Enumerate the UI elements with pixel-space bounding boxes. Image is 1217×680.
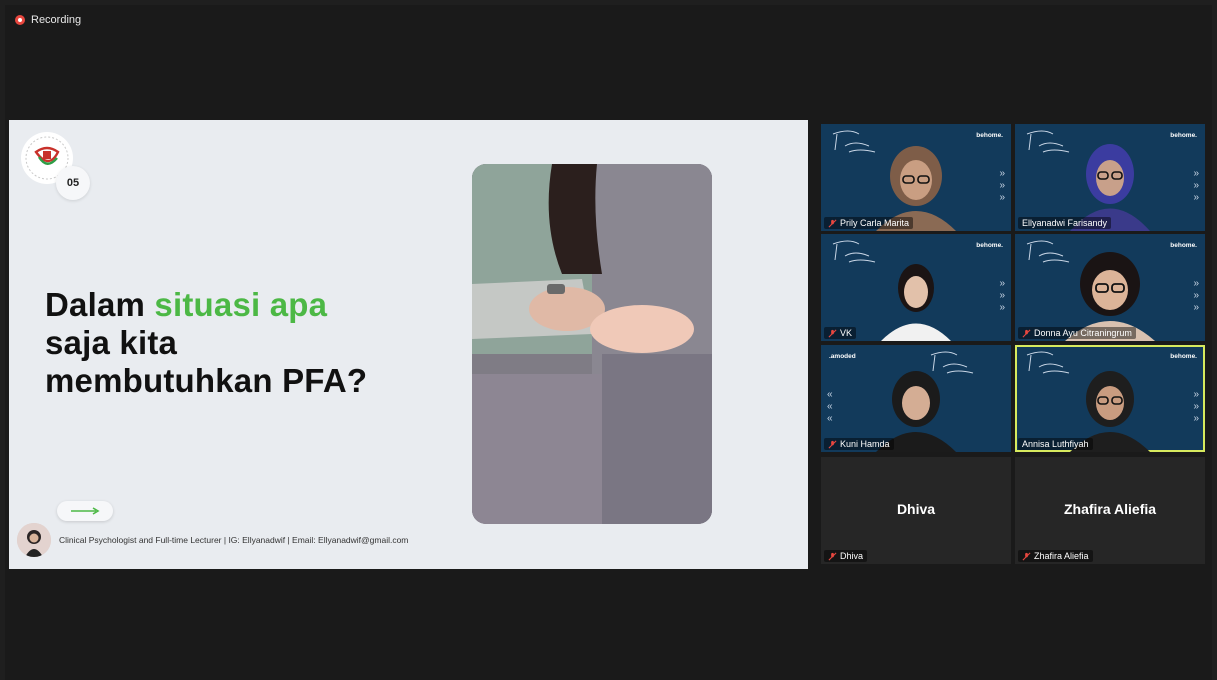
presenter-avatar bbox=[17, 523, 51, 557]
recording-label: Recording bbox=[31, 14, 82, 26]
participant-tile[interactable]: behome. »»» VK bbox=[821, 234, 1011, 341]
participant-tile[interactable]: Dhiva Dhiva bbox=[821, 457, 1011, 564]
slide-photo bbox=[472, 164, 712, 524]
brand-logo: behome. bbox=[976, 132, 1003, 139]
chevrons-icon: »»» bbox=[1193, 389, 1199, 424]
participant-name: Kuni Hamda bbox=[840, 439, 890, 449]
participant-tile-active-speaker[interactable]: behome. »»» Annisa Luthfiyah bbox=[1015, 345, 1205, 452]
participant-display-name: Dhiva bbox=[896, 501, 936, 517]
participant-name-tag: Dhiva bbox=[824, 550, 868, 562]
slide-headline: Dalam situasi apa saja kita membutuhkan … bbox=[45, 286, 445, 400]
shared-slide: 05 Dalam situasi apa saja kita membutuhk… bbox=[9, 120, 808, 569]
participant-name: Annisa Luthfiyah bbox=[1022, 439, 1089, 449]
recording-indicator: Recording bbox=[15, 14, 81, 26]
chevrons-icon: »»» bbox=[999, 168, 1005, 203]
mic-muted-icon bbox=[828, 329, 837, 337]
participant-display-name: Zhafira Aliefia bbox=[1063, 501, 1157, 517]
participant-name: Donna Ayu Citraningrum bbox=[1034, 328, 1132, 338]
headline-text-3: membutuhkan PFA? bbox=[45, 362, 368, 399]
presenter-info: Clinical Psychologist and Full-time Lect… bbox=[59, 535, 409, 545]
mic-muted-icon bbox=[828, 440, 837, 448]
participant-name: Prily Carla Marita bbox=[840, 218, 910, 228]
participant-name-tag: VK bbox=[824, 327, 857, 339]
participant-video bbox=[881, 264, 951, 341]
participant-name-tag: Kuni Hamda bbox=[824, 438, 894, 450]
brand-logo: .amoded bbox=[829, 353, 856, 360]
chevrons-icon: »»» bbox=[1193, 278, 1199, 313]
participant-tile[interactable]: .amoded ««« Kuni Hamda bbox=[821, 345, 1011, 452]
brand-logo: behome. bbox=[976, 242, 1003, 249]
next-arrow-button[interactable] bbox=[57, 501, 113, 521]
brand-logo: behome. bbox=[1170, 353, 1197, 360]
headline-highlight: situasi apa bbox=[154, 286, 328, 323]
headline-text-1: Dalam bbox=[45, 286, 155, 323]
participant-name: Dhiva bbox=[840, 551, 864, 561]
participant-tile[interactable]: behome. »»» Ellyanadwi Farisandy bbox=[1015, 124, 1205, 231]
participant-name-tag: Ellyanadwi Farisandy bbox=[1018, 217, 1112, 229]
participant-name-tag: Zhafira Aliefia bbox=[1018, 550, 1093, 562]
slide-footer: Clinical Psychologist and Full-time Lect… bbox=[17, 523, 408, 557]
headline-text-2: saja kita bbox=[45, 324, 178, 361]
participant-tile[interactable]: behome. »»» Prily Carla Marita bbox=[821, 124, 1011, 231]
arrow-right-icon bbox=[71, 507, 100, 515]
mic-muted-icon bbox=[1022, 552, 1031, 560]
participant-gallery: behome. »»» Prily Carla Marita behome. »… bbox=[821, 124, 1205, 564]
brand-logo: behome. bbox=[1170, 132, 1197, 139]
mic-muted-icon bbox=[828, 552, 837, 560]
mic-muted-icon bbox=[828, 219, 837, 227]
participant-name: Ellyanadwi Farisandy bbox=[1022, 218, 1108, 228]
participant-name: VK bbox=[840, 328, 853, 338]
slide-number: 05 bbox=[56, 166, 90, 200]
chevrons-icon: ««« bbox=[827, 389, 833, 424]
participant-name-tag: Donna Ayu Citraningrum bbox=[1018, 327, 1136, 339]
brand-logo: behome. bbox=[1170, 242, 1197, 249]
chevrons-icon: »»» bbox=[999, 278, 1005, 313]
participant-tile[interactable]: Zhafira Aliefia Zhafira Aliefia bbox=[1015, 457, 1205, 564]
mic-muted-icon bbox=[1022, 329, 1031, 337]
recording-icon bbox=[15, 15, 25, 25]
participant-name-tag: Annisa Luthfiyah bbox=[1018, 438, 1093, 450]
participant-name: Zhafira Aliefia bbox=[1034, 551, 1089, 561]
participant-name-tag: Prily Carla Marita bbox=[824, 217, 914, 229]
chevrons-icon: »»» bbox=[1193, 168, 1199, 203]
participant-tile[interactable]: behome. »»» Donna Ayu Citraningrum bbox=[1015, 234, 1205, 341]
